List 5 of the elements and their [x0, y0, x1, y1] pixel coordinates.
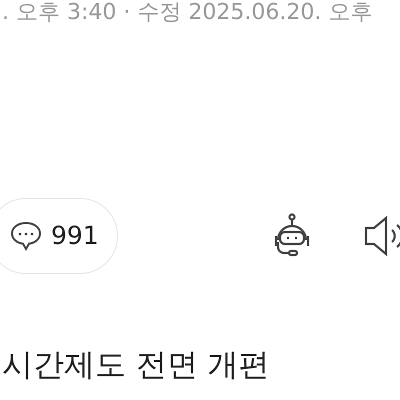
article-headline: 시간제도 전면 개편	[2, 346, 271, 385]
comment-button[interactable]: 991	[0, 198, 118, 274]
speech-bubble-icon	[9, 219, 43, 253]
timestamp-text: . 오후 3:40 · 수정 2025.06.20. 오후	[2, 0, 374, 26]
speaker-icon[interactable]	[362, 213, 400, 259]
